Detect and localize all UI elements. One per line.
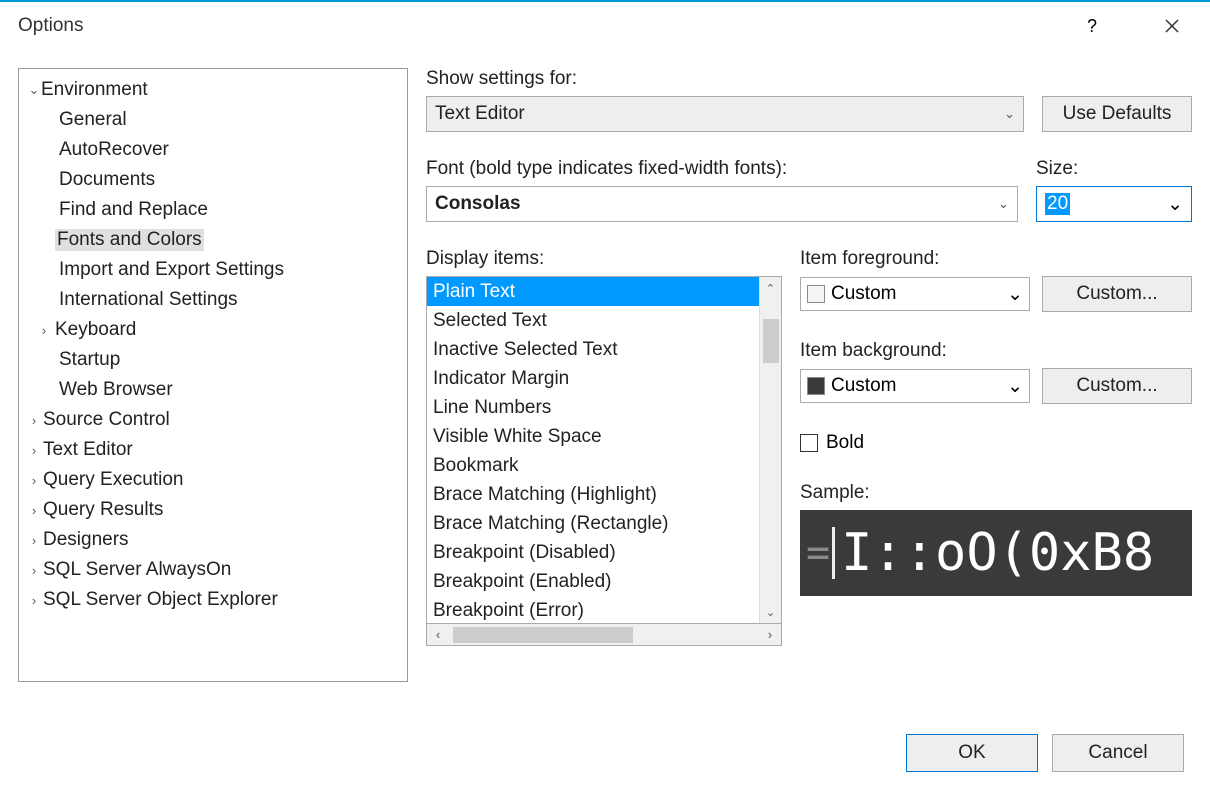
tree-item[interactable]: Fonts and Colors (19, 225, 407, 255)
use-defaults-button[interactable]: Use Defaults (1042, 96, 1192, 132)
checkbox-box (800, 434, 818, 452)
show-settings-dropdown[interactable]: Text Editor ⌄ (426, 96, 1024, 132)
close-icon (1164, 18, 1180, 34)
horizontal-scrollbar[interactable]: ‹ › (426, 624, 782, 646)
tree-item-environment[interactable]: ⌄ Environment (19, 75, 407, 105)
list-item[interactable]: Visible White Space (427, 422, 759, 451)
tree-item[interactable]: Web Browser (19, 375, 407, 405)
chevron-right-icon: › (27, 503, 41, 518)
list-item[interactable]: Inactive Selected Text (427, 335, 759, 364)
chevron-down-icon: ⌄ (1004, 106, 1015, 122)
display-items-listbox[interactable]: Plain TextSelected TextInactive Selected… (426, 276, 782, 624)
list-item[interactable]: Indicator Margin (427, 364, 759, 393)
tree-item[interactable]: Import and Export Settings (19, 255, 407, 285)
color-swatch (807, 285, 825, 303)
scroll-down-icon[interactable]: ⌄ (760, 601, 781, 623)
close-button[interactable] (1152, 6, 1192, 46)
list-item[interactable]: Selected Text (427, 306, 759, 335)
tree-item[interactable]: ›Keyboard (19, 315, 407, 345)
tree-item[interactable]: ›SQL Server Object Explorer (19, 585, 407, 615)
help-button[interactable]: ? (1072, 6, 1112, 46)
tree-item[interactable]: ›Source Control (19, 405, 407, 435)
tree-item[interactable]: Find and Replace (19, 195, 407, 225)
foreground-custom-button[interactable]: Custom... (1042, 276, 1192, 312)
tree-item[interactable]: ›Query Results (19, 495, 407, 525)
tree-item[interactable]: International Settings (19, 285, 407, 315)
sample-preview: = I::oO(0xB8 (800, 510, 1192, 596)
category-tree[interactable]: ⌄ Environment GeneralAutoRecoverDocument… (18, 68, 408, 682)
color-swatch (807, 377, 825, 395)
tree-item[interactable]: ›Query Execution (19, 465, 407, 495)
display-items-label: Display items: (426, 248, 782, 270)
chevron-right-icon: › (27, 593, 41, 608)
tree-item[interactable]: ›Designers (19, 525, 407, 555)
bold-checkbox[interactable]: Bold (800, 432, 1192, 454)
dialog-title: Options (18, 15, 83, 37)
list-item[interactable]: Plain Text (427, 277, 759, 306)
list-item[interactable]: Brace Matching (Rectangle) (427, 509, 759, 538)
tree-item[interactable]: General (19, 105, 407, 135)
list-item[interactable]: Breakpoint (Enabled) (427, 567, 759, 596)
size-input[interactable]: 20 ⌄ (1036, 186, 1192, 222)
list-item[interactable]: Breakpoint (Error) (427, 596, 759, 624)
tree-item[interactable]: ›Text Editor (19, 435, 407, 465)
scroll-right-icon[interactable]: › (759, 627, 781, 642)
font-dropdown[interactable]: Consolas ⌄ (426, 186, 1018, 222)
list-item[interactable]: Breakpoint (Disabled) (427, 538, 759, 567)
chevron-right-icon: › (27, 533, 41, 548)
tree-item[interactable]: Documents (19, 165, 407, 195)
chevron-down-icon: ⌄ (1167, 193, 1183, 216)
scroll-up-icon[interactable]: ⌃ (760, 277, 781, 299)
chevron-down-icon: ⌄ (27, 82, 41, 98)
chevron-down-icon: ⌄ (1007, 283, 1023, 306)
ok-button[interactable]: OK (906, 734, 1038, 772)
vertical-scrollbar[interactable]: ⌃ ⌄ (759, 277, 781, 623)
show-settings-label: Show settings for: (426, 68, 1024, 90)
scroll-thumb[interactable] (763, 319, 779, 363)
tree-item[interactable]: ›SQL Server AlwaysOn (19, 555, 407, 585)
cancel-button[interactable]: Cancel (1052, 734, 1184, 772)
chevron-down-icon: ⌄ (1007, 375, 1023, 398)
chevron-right-icon: › (27, 413, 41, 428)
scroll-thumb[interactable] (453, 627, 633, 643)
chevron-right-icon: › (37, 323, 51, 338)
sample-label: Sample: (800, 482, 1192, 504)
font-label: Font (bold type indicates fixed-width fo… (426, 158, 1018, 180)
chevron-right-icon: › (27, 443, 41, 458)
tree-item[interactable]: AutoRecover (19, 135, 407, 165)
foreground-label: Item foreground: (800, 248, 1192, 270)
background-dropdown[interactable]: Custom ⌄ (800, 369, 1030, 403)
chevron-down-icon: ⌄ (998, 196, 1009, 212)
list-item[interactable]: Brace Matching (Highlight) (427, 480, 759, 509)
chevron-right-icon: › (27, 563, 41, 578)
size-label: Size: (1036, 158, 1192, 180)
scroll-left-icon[interactable]: ‹ (427, 627, 449, 642)
list-item[interactable]: Bookmark (427, 451, 759, 480)
foreground-dropdown[interactable]: Custom ⌄ (800, 277, 1030, 311)
list-item[interactable]: Line Numbers (427, 393, 759, 422)
background-label: Item background: (800, 340, 1192, 362)
chevron-right-icon: › (27, 473, 41, 488)
tree-item[interactable]: Startup (19, 345, 407, 375)
background-custom-button[interactable]: Custom... (1042, 368, 1192, 404)
